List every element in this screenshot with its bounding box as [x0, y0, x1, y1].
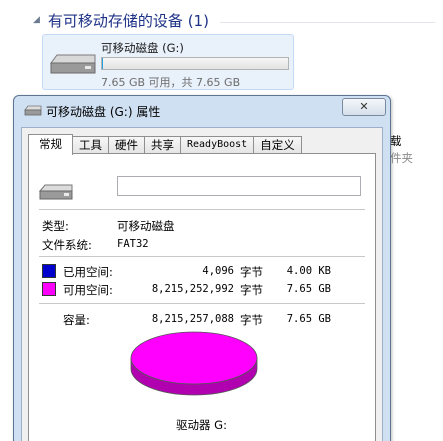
tab-customize[interactable]: 自定义	[254, 136, 302, 154]
capacity-bytes: 8,215,257,088	[151, 313, 234, 325]
drive-large-icon	[38, 183, 73, 204]
drive-name: 可移动磁盘 (G:)	[101, 41, 184, 55]
tab-readyboost[interactable]: ReadyBoost	[181, 136, 255, 154]
drive-usage-text: 7.65 GB 可用，共 7.65 GB	[101, 76, 241, 89]
collapse-arrow-icon[interactable]: ◢	[33, 15, 40, 25]
free-space-label: 可用空间:	[63, 283, 113, 297]
capacity-size: 7.65 GB	[286, 313, 331, 325]
tab-hardware[interactable]: 硬件	[109, 136, 145, 154]
free-space-unit: 字节	[240, 283, 263, 297]
dialog-title-bar[interactable]: 可移动磁盘 (G:) 属性	[24, 103, 160, 120]
type-value: 可移动磁盘	[117, 219, 175, 233]
free-space-swatch	[42, 282, 56, 296]
device-group-title: 有可移动存储的设备 (1)	[47, 11, 209, 30]
pie-free-slice	[130, 331, 258, 385]
dialog-title: 可移动磁盘 (G:) 属性	[46, 105, 161, 119]
dialog-drive-icon	[24, 104, 42, 119]
drive-usage-bar	[101, 57, 289, 70]
used-space-size: 4.00 KB	[286, 265, 331, 277]
disk-usage-pie-chart	[130, 331, 258, 396]
removable-drive-icon	[49, 51, 97, 78]
filesystem-label: 文件系统:	[42, 238, 92, 252]
used-space-label: 已用空间:	[63, 265, 113, 279]
tab-sharing[interactable]: 共享	[145, 136, 181, 154]
removable-drive-tile[interactable]: 可移动磁盘 (G:) 7.65 GB 可用，共 7.65 GB	[42, 34, 294, 90]
free-space-size: 7.65 GB	[286, 283, 331, 295]
used-space-bytes: 4,096	[202, 265, 234, 277]
divider-3	[39, 303, 365, 304]
tab-general[interactable]: 常规	[28, 134, 73, 155]
background-text-1: 载	[390, 134, 402, 148]
free-space-bytes: 8,215,252,992	[151, 283, 234, 295]
properties-dialog[interactable]: 可移动磁盘 (G:) 属性 ✕ 常规 工具 硬件 共享 ReadyBoost 自…	[13, 95, 391, 441]
capacity-label: 容量:	[63, 313, 90, 327]
filesystem-value: FAT32	[117, 238, 149, 250]
device-group-header[interactable]: ◢ 有可移动存储的设备 (1)	[33, 10, 209, 30]
general-tab-panel: 类型: 可移动磁盘 文件系统: FAT32 已用空间: 4,096 字节 4.0…	[28, 153, 376, 441]
drive-label-input[interactable]	[117, 176, 361, 196]
close-button[interactable]: ✕	[342, 98, 386, 116]
drive-letter-label: 驱动器 G:	[176, 418, 227, 432]
dialog-client-area: 常规 工具 硬件 共享 ReadyBoost 自定义 类型: 可移动磁盘 文件系…	[21, 127, 383, 441]
used-space-swatch	[42, 264, 56, 278]
divider-2	[39, 256, 365, 257]
used-space-unit: 字节	[240, 265, 263, 279]
capacity-unit: 字节	[240, 313, 263, 327]
divider-1	[39, 209, 365, 210]
background-text-2: 件夹	[390, 151, 413, 165]
group-separator	[220, 22, 435, 23]
tab-tools[interactable]: 工具	[73, 136, 109, 154]
type-label: 类型:	[42, 219, 69, 233]
tab-strip: 常规 工具 硬件 共享 ReadyBoost 自定义	[28, 134, 302, 155]
